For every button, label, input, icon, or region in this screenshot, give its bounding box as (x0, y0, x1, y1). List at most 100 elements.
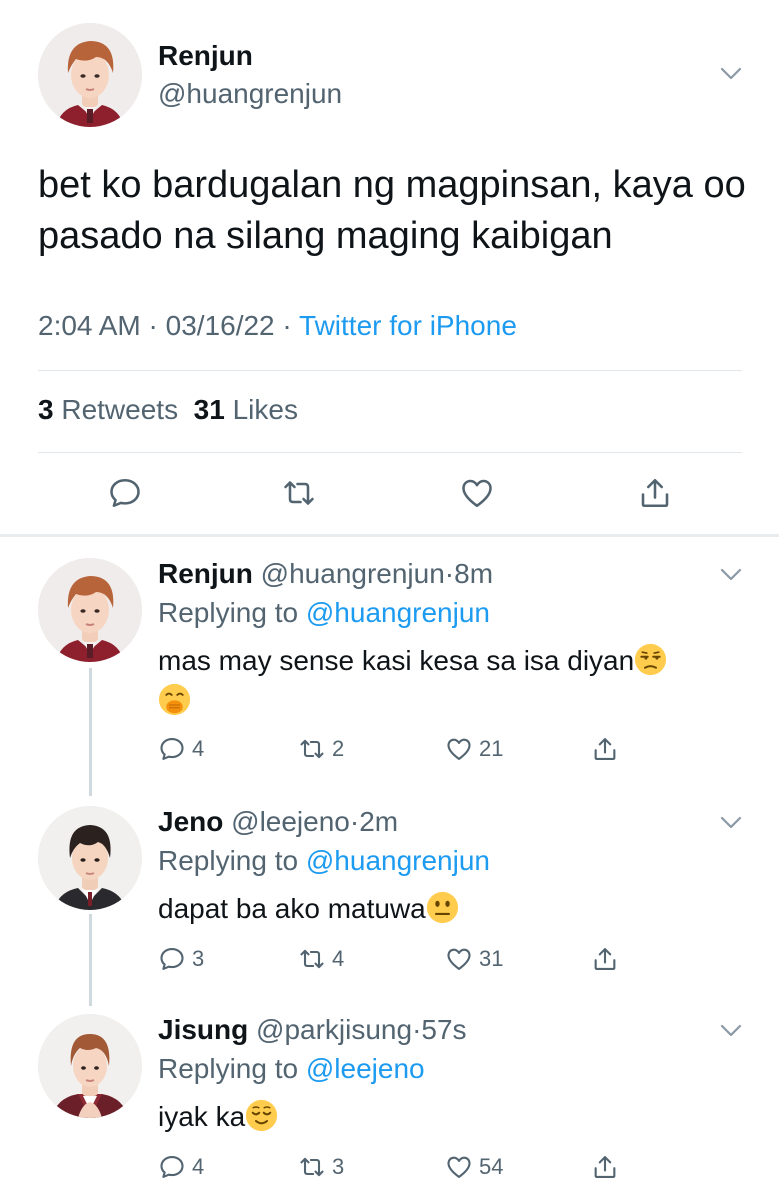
heart-icon[interactable] (445, 945, 473, 973)
header-dot: · (349, 806, 360, 837)
avatar[interactable] (38, 1014, 142, 1118)
replying-to: Replying to @leejeno (158, 1053, 425, 1085)
share-icon[interactable] (591, 1153, 619, 1181)
likes-label[interactable]: Likes (233, 394, 298, 425)
face-with-hand-over-mouth-icon (158, 683, 191, 716)
retweet-icon[interactable] (281, 475, 317, 511)
author-name[interactable]: Jisung (158, 1014, 248, 1045)
likes-count[interactable]: 31 (194, 394, 225, 425)
neutral-face-icon (426, 891, 458, 924)
like-count: 31 (479, 946, 504, 971)
avatar-portrait (38, 1014, 142, 1118)
chevron-down-icon[interactable] (720, 816, 742, 830)
share-action[interactable] (591, 1152, 619, 1182)
tweet-source[interactable]: Twitter for iPhone (299, 310, 517, 341)
reply-text-container: mas may sense kasi kesa sa isa diyan (158, 641, 738, 721)
retweet-action[interactable]: 4 (298, 944, 344, 974)
author-name[interactable]: Renjun (158, 40, 253, 72)
reply-time[interactable]: 8m (454, 558, 493, 589)
reply-tweet[interactable]: Renjun @huangrenjun·8m Replying to @huan… (0, 558, 779, 798)
replying-to-handle[interactable]: @huangrenjun (306, 845, 490, 876)
reply-action[interactable]: 3 (158, 944, 204, 974)
heart-icon[interactable] (445, 1153, 473, 1181)
tweet-meta: 2:04 AM · 03/16/22 · Twitter for iPhone (38, 310, 517, 342)
retweet-count: 2 (332, 736, 345, 761)
reply-header: Renjun @huangrenjun·8m (158, 558, 493, 590)
retweet-action[interactable]: 3 (298, 1152, 344, 1182)
avatar-portrait (38, 806, 142, 910)
retweets-label[interactable]: Retweets (61, 394, 178, 425)
replying-to-handle[interactable]: @huangrenjun (306, 597, 490, 628)
retweet-icon[interactable] (298, 735, 326, 763)
reply-time[interactable]: 57s (421, 1014, 466, 1045)
tweet-date[interactable]: 03/16/22 (166, 310, 275, 341)
share-action[interactable] (591, 734, 619, 764)
reply-action[interactable]: 4 (158, 734, 204, 764)
author-name[interactable]: Jeno (158, 806, 223, 837)
share-icon[interactable] (637, 475, 673, 511)
reply-count: 4 (192, 1154, 205, 1179)
replying-to: Replying to @huangrenjun (158, 597, 490, 629)
avatar[interactable] (38, 23, 142, 127)
reply-tweet[interactable]: Jeno @leejeno·2m Replying to @huangrenju… (0, 806, 779, 1006)
chevron-down-icon[interactable] (720, 67, 742, 81)
divider (38, 370, 742, 371)
meta-separator: · (282, 310, 292, 341)
reply-icon[interactable] (158, 1153, 186, 1181)
like-count: 21 (479, 736, 504, 761)
section-separator (0, 534, 779, 537)
author-handle[interactable]: @leejeno (231, 806, 350, 837)
divider (38, 452, 742, 453)
avatar[interactable] (38, 558, 142, 662)
author-name[interactable]: Renjun (158, 558, 253, 589)
reply-text: iyak ka (158, 1101, 246, 1132)
chevron-down-icon[interactable] (720, 568, 742, 582)
reply-text-container: dapat ba ako matuwa (158, 889, 738, 929)
reply-time[interactable]: 2m (359, 806, 398, 837)
like-count: 54 (479, 1154, 504, 1179)
like-action[interactable]: 31 (445, 944, 503, 974)
replying-label: Replying to (158, 1053, 299, 1084)
like-action[interactable]: 54 (445, 1152, 503, 1182)
header-dot: · (444, 558, 455, 589)
author-handle[interactable]: @huangrenjun (261, 558, 445, 589)
like-action[interactable]: 21 (445, 734, 503, 764)
main-tweet: Renjun @huangrenjun bet ko bardugalan ng… (0, 0, 779, 535)
reply-header: Jisung @parkjisung·57s (158, 1014, 467, 1046)
retweet-action[interactable]: 2 (298, 734, 344, 764)
reply-icon[interactable] (107, 475, 143, 511)
replying-label: Replying to (158, 597, 299, 628)
unamused-face-icon (635, 643, 667, 676)
reply-icon[interactable] (158, 945, 186, 973)
share-action[interactable] (591, 944, 619, 974)
tweet-time[interactable]: 2:04 AM (38, 310, 141, 341)
replying-to: Replying to @huangrenjun (158, 845, 490, 877)
author-handle[interactable]: @parkjisung (256, 1014, 412, 1045)
replying-to-handle[interactable]: @leejeno (306, 1053, 425, 1084)
chevron-down-icon[interactable] (720, 1024, 742, 1038)
tweet-stats: 3 Retweets 31 Likes (38, 394, 298, 426)
reply-count: 4 (192, 736, 205, 761)
heart-icon[interactable] (445, 735, 473, 763)
heart-icon[interactable] (459, 475, 495, 511)
retweet-icon[interactable] (298, 1153, 326, 1181)
retweets-count[interactable]: 3 (38, 394, 54, 425)
replying-label: Replying to (158, 845, 299, 876)
tweet-text: bet ko bardugalan ng magpinsan, kaya oo … (38, 164, 746, 257)
avatar-portrait (38, 23, 142, 127)
reply-icon[interactable] (158, 735, 186, 763)
retweet-icon[interactable] (298, 945, 326, 973)
share-icon[interactable] (591, 945, 619, 973)
relieved-face-icon (246, 1099, 278, 1132)
reply-text: dapat ba ako matuwa (158, 893, 426, 924)
reply-tweet[interactable]: Jisung @parkjisung·57s Replying to @leej… (0, 1014, 779, 1200)
reply-text: mas may sense kasi kesa sa isa diyan (158, 645, 635, 676)
author-handle[interactable]: @huangrenjun (158, 78, 342, 110)
share-icon[interactable] (591, 735, 619, 763)
retweet-count: 4 (332, 946, 345, 971)
header-dot: · (412, 1014, 422, 1045)
avatar[interactable] (38, 806, 142, 910)
reply-header: Jeno @leejeno·2m (158, 806, 398, 838)
avatar-portrait (38, 558, 142, 662)
reply-action[interactable]: 4 (158, 1152, 204, 1182)
